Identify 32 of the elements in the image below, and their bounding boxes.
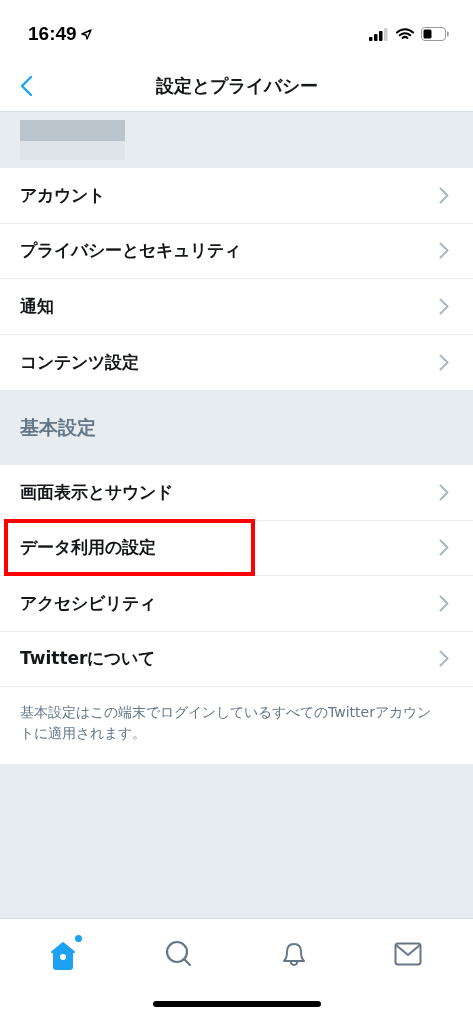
back-chevron-icon xyxy=(20,74,33,97)
row-label: Twitterについて xyxy=(20,647,156,670)
row-label: コンテンツ設定 xyxy=(20,350,139,374)
wifi-icon xyxy=(396,27,414,41)
location-arrow-icon xyxy=(80,28,92,40)
status-time: 16:49 xyxy=(28,21,77,46)
chevron-right-icon xyxy=(439,483,449,501)
chevron-right-icon xyxy=(439,297,449,315)
chevron-right-icon xyxy=(439,353,449,371)
settings-row[interactable]: アカウント xyxy=(0,168,473,224)
chevron-right-icon xyxy=(439,539,449,557)
chevron-right-icon xyxy=(439,650,449,668)
settings-row[interactable]: データ利用の設定 xyxy=(0,520,473,576)
settings-row[interactable]: コンテンツ設定 xyxy=(0,334,473,390)
row-label: 画面表示とサウンド xyxy=(20,480,173,504)
row-label: 通知 xyxy=(20,294,54,318)
settings-row[interactable]: プライバシーとセキュリティ xyxy=(0,223,473,279)
settings-row[interactable]: 通知 xyxy=(0,279,473,335)
signal-icon xyxy=(369,27,389,41)
mail-tab-icon[interactable] xyxy=(393,942,422,966)
screen-title: 設定とプライバシー xyxy=(155,74,318,98)
section-header: 基本設定 xyxy=(20,415,96,441)
chevron-right-icon xyxy=(439,186,449,204)
footnote-text: 基本設定はこの端末でログインしているすべてのTwitterアカウントに適用されます。 xyxy=(19,703,432,743)
row-label: アクセシビリティ xyxy=(20,591,156,615)
row-label: プライバシーとセキュリティ xyxy=(20,239,241,262)
battery-icon xyxy=(421,27,449,41)
search-tab-icon[interactable] xyxy=(165,940,194,968)
chevron-right-icon xyxy=(439,594,449,612)
chevron-right-icon xyxy=(439,242,449,260)
row-label: データ利用の設定 xyxy=(20,536,156,559)
row-label: アカウント xyxy=(20,183,105,207)
